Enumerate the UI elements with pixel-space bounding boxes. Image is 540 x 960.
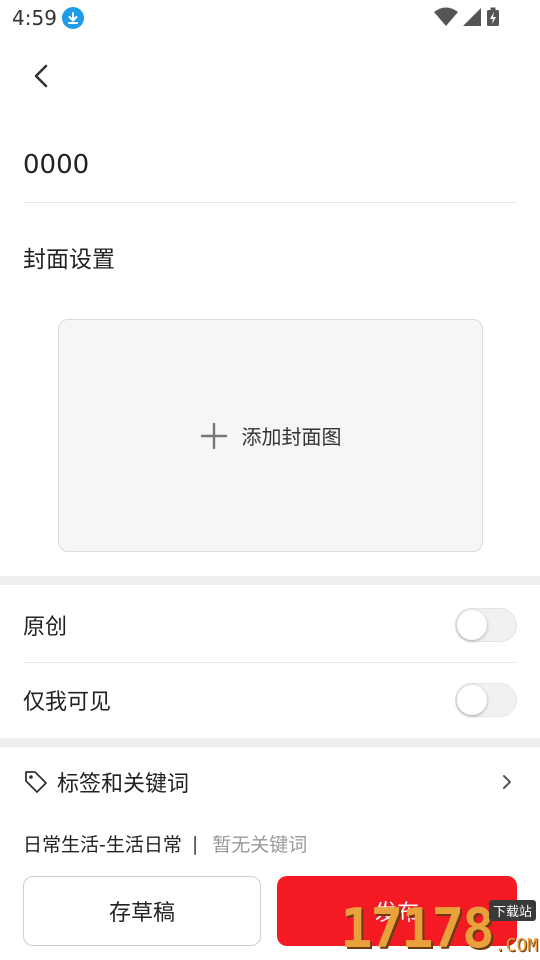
- chevron-right-icon: [503, 775, 511, 789]
- tag-icon: [25, 771, 47, 793]
- private-toggle[interactable]: [455, 683, 517, 717]
- add-cover-button[interactable]: 添加封面图: [58, 319, 483, 552]
- section-divider: [0, 576, 540, 585]
- watermark-tag: 下载站: [488, 900, 536, 921]
- battery-charging-icon: [487, 7, 499, 26]
- system-icons: [434, 7, 500, 27]
- tags-summary: 日常生活-生活日常 | 暂无关键词: [23, 830, 307, 857]
- add-cover-label: 添加封面图: [241, 425, 342, 449]
- toggle-knob: [457, 685, 487, 715]
- category-text[interactable]: 日常生活-生活日常: [23, 830, 182, 857]
- private-label: 仅我可见: [23, 690, 112, 715]
- tags-label: 标签和关键词: [57, 772, 190, 797]
- site-watermark: 下载站 17178 .COM: [308, 897, 538, 960]
- original-row: 原创: [23, 587, 517, 663]
- cover-section-label: 封面设置: [23, 247, 115, 273]
- keywords-placeholder[interactable]: 暂无关键词: [212, 830, 307, 857]
- private-row: 仅我可见: [23, 662, 517, 738]
- original-label: 原创: [23, 615, 68, 640]
- status-time: 4:59: [12, 6, 57, 30]
- signal-icon: [463, 8, 481, 26]
- back-arrow-icon: [34, 64, 48, 88]
- status-bar: 4:59: [0, 0, 540, 36]
- original-toggle[interactable]: [455, 608, 517, 642]
- plus-icon: [200, 422, 227, 449]
- watermark-number: 17178: [340, 897, 495, 960]
- post-title-input[interactable]: 0000: [23, 140, 517, 203]
- back-button[interactable]: [26, 60, 58, 92]
- wifi-icon: [434, 7, 458, 26]
- watermark-domain: .COM: [494, 935, 538, 956]
- save-draft-button[interactable]: 存草稿: [23, 876, 261, 946]
- download-icon: [62, 7, 84, 29]
- tags-keywords-row[interactable]: 标签和关键词: [23, 760, 517, 804]
- separator: |: [191, 832, 199, 855]
- section-divider: [0, 738, 540, 747]
- toggle-knob: [457, 610, 487, 640]
